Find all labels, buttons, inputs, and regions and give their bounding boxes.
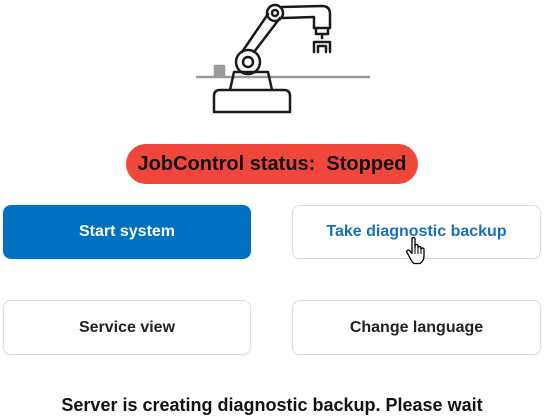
service-view-button[interactable]: Service view [3, 300, 251, 355]
change-language-button[interactable]: Change language [292, 300, 541, 355]
backup-progress-message: Server is creating diagnostic backup. Pl… [61, 395, 483, 415]
jobcontrol-status-badge: JobControl status: Stopped [126, 144, 418, 184]
start-system-button[interactable]: Start system [3, 205, 251, 259]
hand-pointer-icon [405, 236, 429, 265]
industrial-robot-arm-icon [194, 0, 376, 120]
